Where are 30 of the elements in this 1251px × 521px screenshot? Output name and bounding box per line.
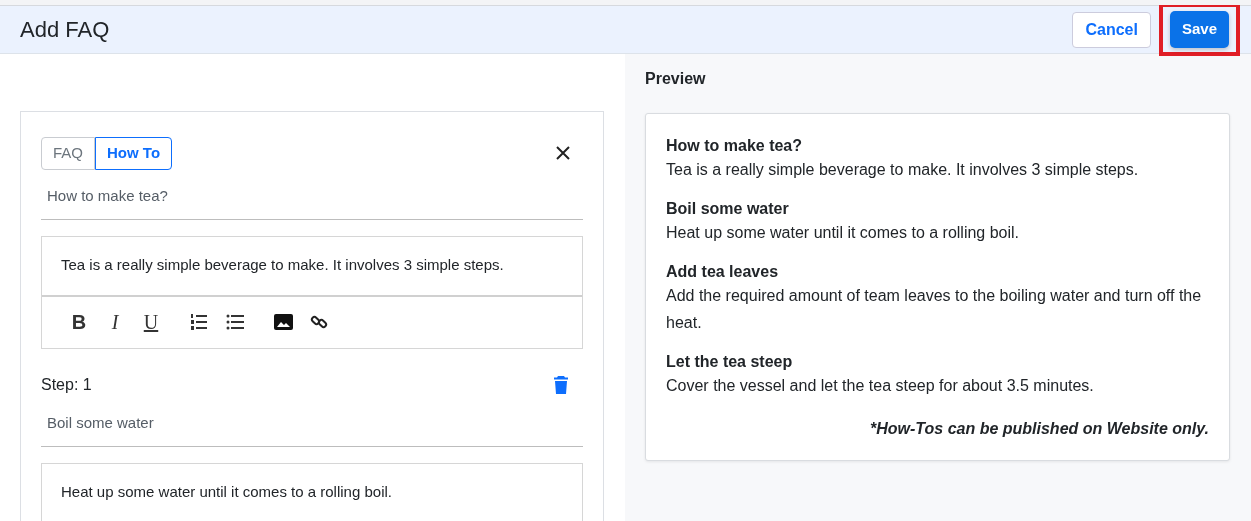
ordered-list-icon[interactable] <box>190 313 208 331</box>
trash-icon[interactable] <box>554 375 568 394</box>
image-icon[interactable] <box>273 314 293 330</box>
link-icon[interactable] <box>310 313 328 331</box>
type-tab[interactable]: How To <box>95 137 173 170</box>
preview-title: Preview <box>645 69 707 89</box>
close-icon[interactable] <box>555 145 571 162</box>
step-label: Step: 1 <box>41 374 92 395</box>
cancel-button[interactable]: Cancel <box>1072 11 1151 48</box>
underline-button[interactable]: U <box>133 309 169 335</box>
page-title: Add FAQ <box>20 16 110 44</box>
preview-text: Cover the vessel and let the tea steep for about 3.5 minutes. <box>666 376 1095 396</box>
italic-button[interactable]: I <box>97 309 133 335</box>
bullet-list-icon[interactable] <box>226 314 244 330</box>
bold-button[interactable]: B <box>61 309 97 335</box>
preview-text: Tea is a really simple beverage to make. It involves 3 simple steps. <box>666 160 1140 180</box>
preview-text: Add the required amount of team leaves to the boiling water and turn off the heat. <box>666 286 1203 333</box>
step-title-field[interactable]: Boil some water <box>41 404 583 447</box>
save-button[interactable]: Save <box>1169 11 1229 48</box>
answer-text: Tea is a really simple beverage to make. It involves 3 simple steps. <box>60 255 505 275</box>
preview-heading: How to make tea? <box>666 136 804 156</box>
step-editor[interactable]: Heat up some water until it comes to a rolling boil. <box>41 463 583 521</box>
preview-heading: Let the tea steep <box>666 352 794 372</box>
answer-editor[interactable]: Tea is a really simple beverage to make. It involves 3 simple steps. B I U <box>41 236 583 349</box>
preview-heading: Boil some water <box>666 199 790 219</box>
publish-note: *How-Tos can be published on Website only. <box>869 419 1209 439</box>
type-tab[interactable]: FAQ <box>41 137 95 170</box>
preview-heading: Add tea leaves <box>666 262 780 282</box>
question-field[interactable]: How to make tea? <box>41 177 583 220</box>
preview-text: Heat up some water until it comes to a rolling boil. <box>666 223 1021 243</box>
